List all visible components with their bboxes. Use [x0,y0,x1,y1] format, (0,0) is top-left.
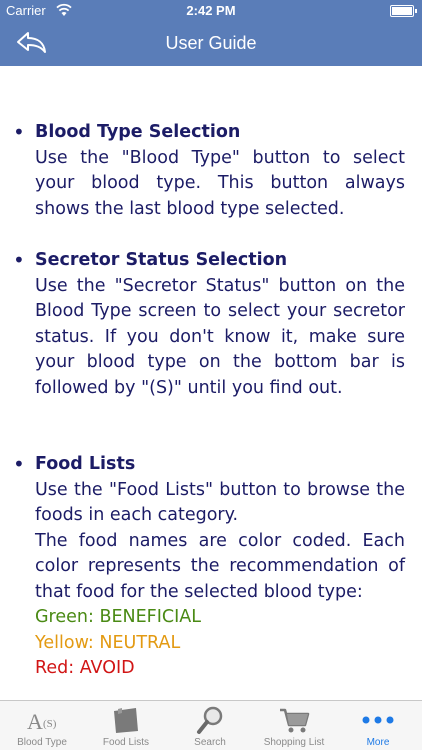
section-text: Use the "Food Lists" button to browse th… [35,479,405,526]
shopping-cart-icon [280,708,310,733]
section-text: Use the "Blood Type" button to select yo… [35,147,405,219]
nav-bar: User Guide [0,22,422,66]
tab-search[interactable]: Search [168,701,252,751]
section-heading: Food Lists [35,454,136,474]
status-bar: Carrier 2:42 PM [0,0,422,22]
tab-bar: A (S) Blood Type Food Lists Search Shopp… [0,700,422,750]
section-heading: Secretor Status Selection [35,250,288,270]
bullet-icon: • [13,248,25,272]
section-text: Use the "Secretor Status" button on the … [35,275,405,398]
tab-more[interactable]: More [336,701,420,751]
svg-text:A: A [27,709,43,734]
color-legend-red: Red: AVOID [35,658,135,678]
search-icon [197,706,223,734]
tab-shopping-list[interactable]: Shopping List [252,701,336,751]
svg-text:(S): (S) [43,718,57,730]
tab-label: Blood Type [17,737,67,748]
section-blood-type: • Blood Type Selection Use the "Blood Ty… [13,120,405,222]
user-guide-content[interactable]: • Blood Type Selection Use the "Blood Ty… [0,66,422,700]
tab-label: Search [194,737,226,748]
battery-icon [390,5,417,17]
more-icon [362,716,394,724]
bullet-icon: • [13,452,25,476]
section-secretor-status: • Secretor Status Selection Use the "Sec… [13,248,405,401]
tab-blood-type[interactable]: A (S) Blood Type [0,701,84,751]
page-title: User Guide [165,33,257,53]
tab-label: Food Lists [102,737,150,748]
section-food-lists: • Food Lists Use the "Food Lists" button… [13,452,405,682]
color-legend-yellow: Yellow: NEUTRAL [35,632,181,653]
color-legend-green: Green: BENEFICIAL [35,607,201,627]
bullet-icon: • [13,120,25,144]
section-text: The food names are color coded. Each col… [35,530,405,602]
food-lists-icon [114,708,138,733]
section-heading: Blood Type Selection [35,122,241,142]
tab-label: Shopping List [263,737,325,748]
tab-label: More [366,737,390,748]
blood-type-icon: A (S) [27,709,57,734]
status-time: 2:42 PM [186,3,236,18]
tab-food-lists[interactable]: Food Lists [84,701,168,751]
